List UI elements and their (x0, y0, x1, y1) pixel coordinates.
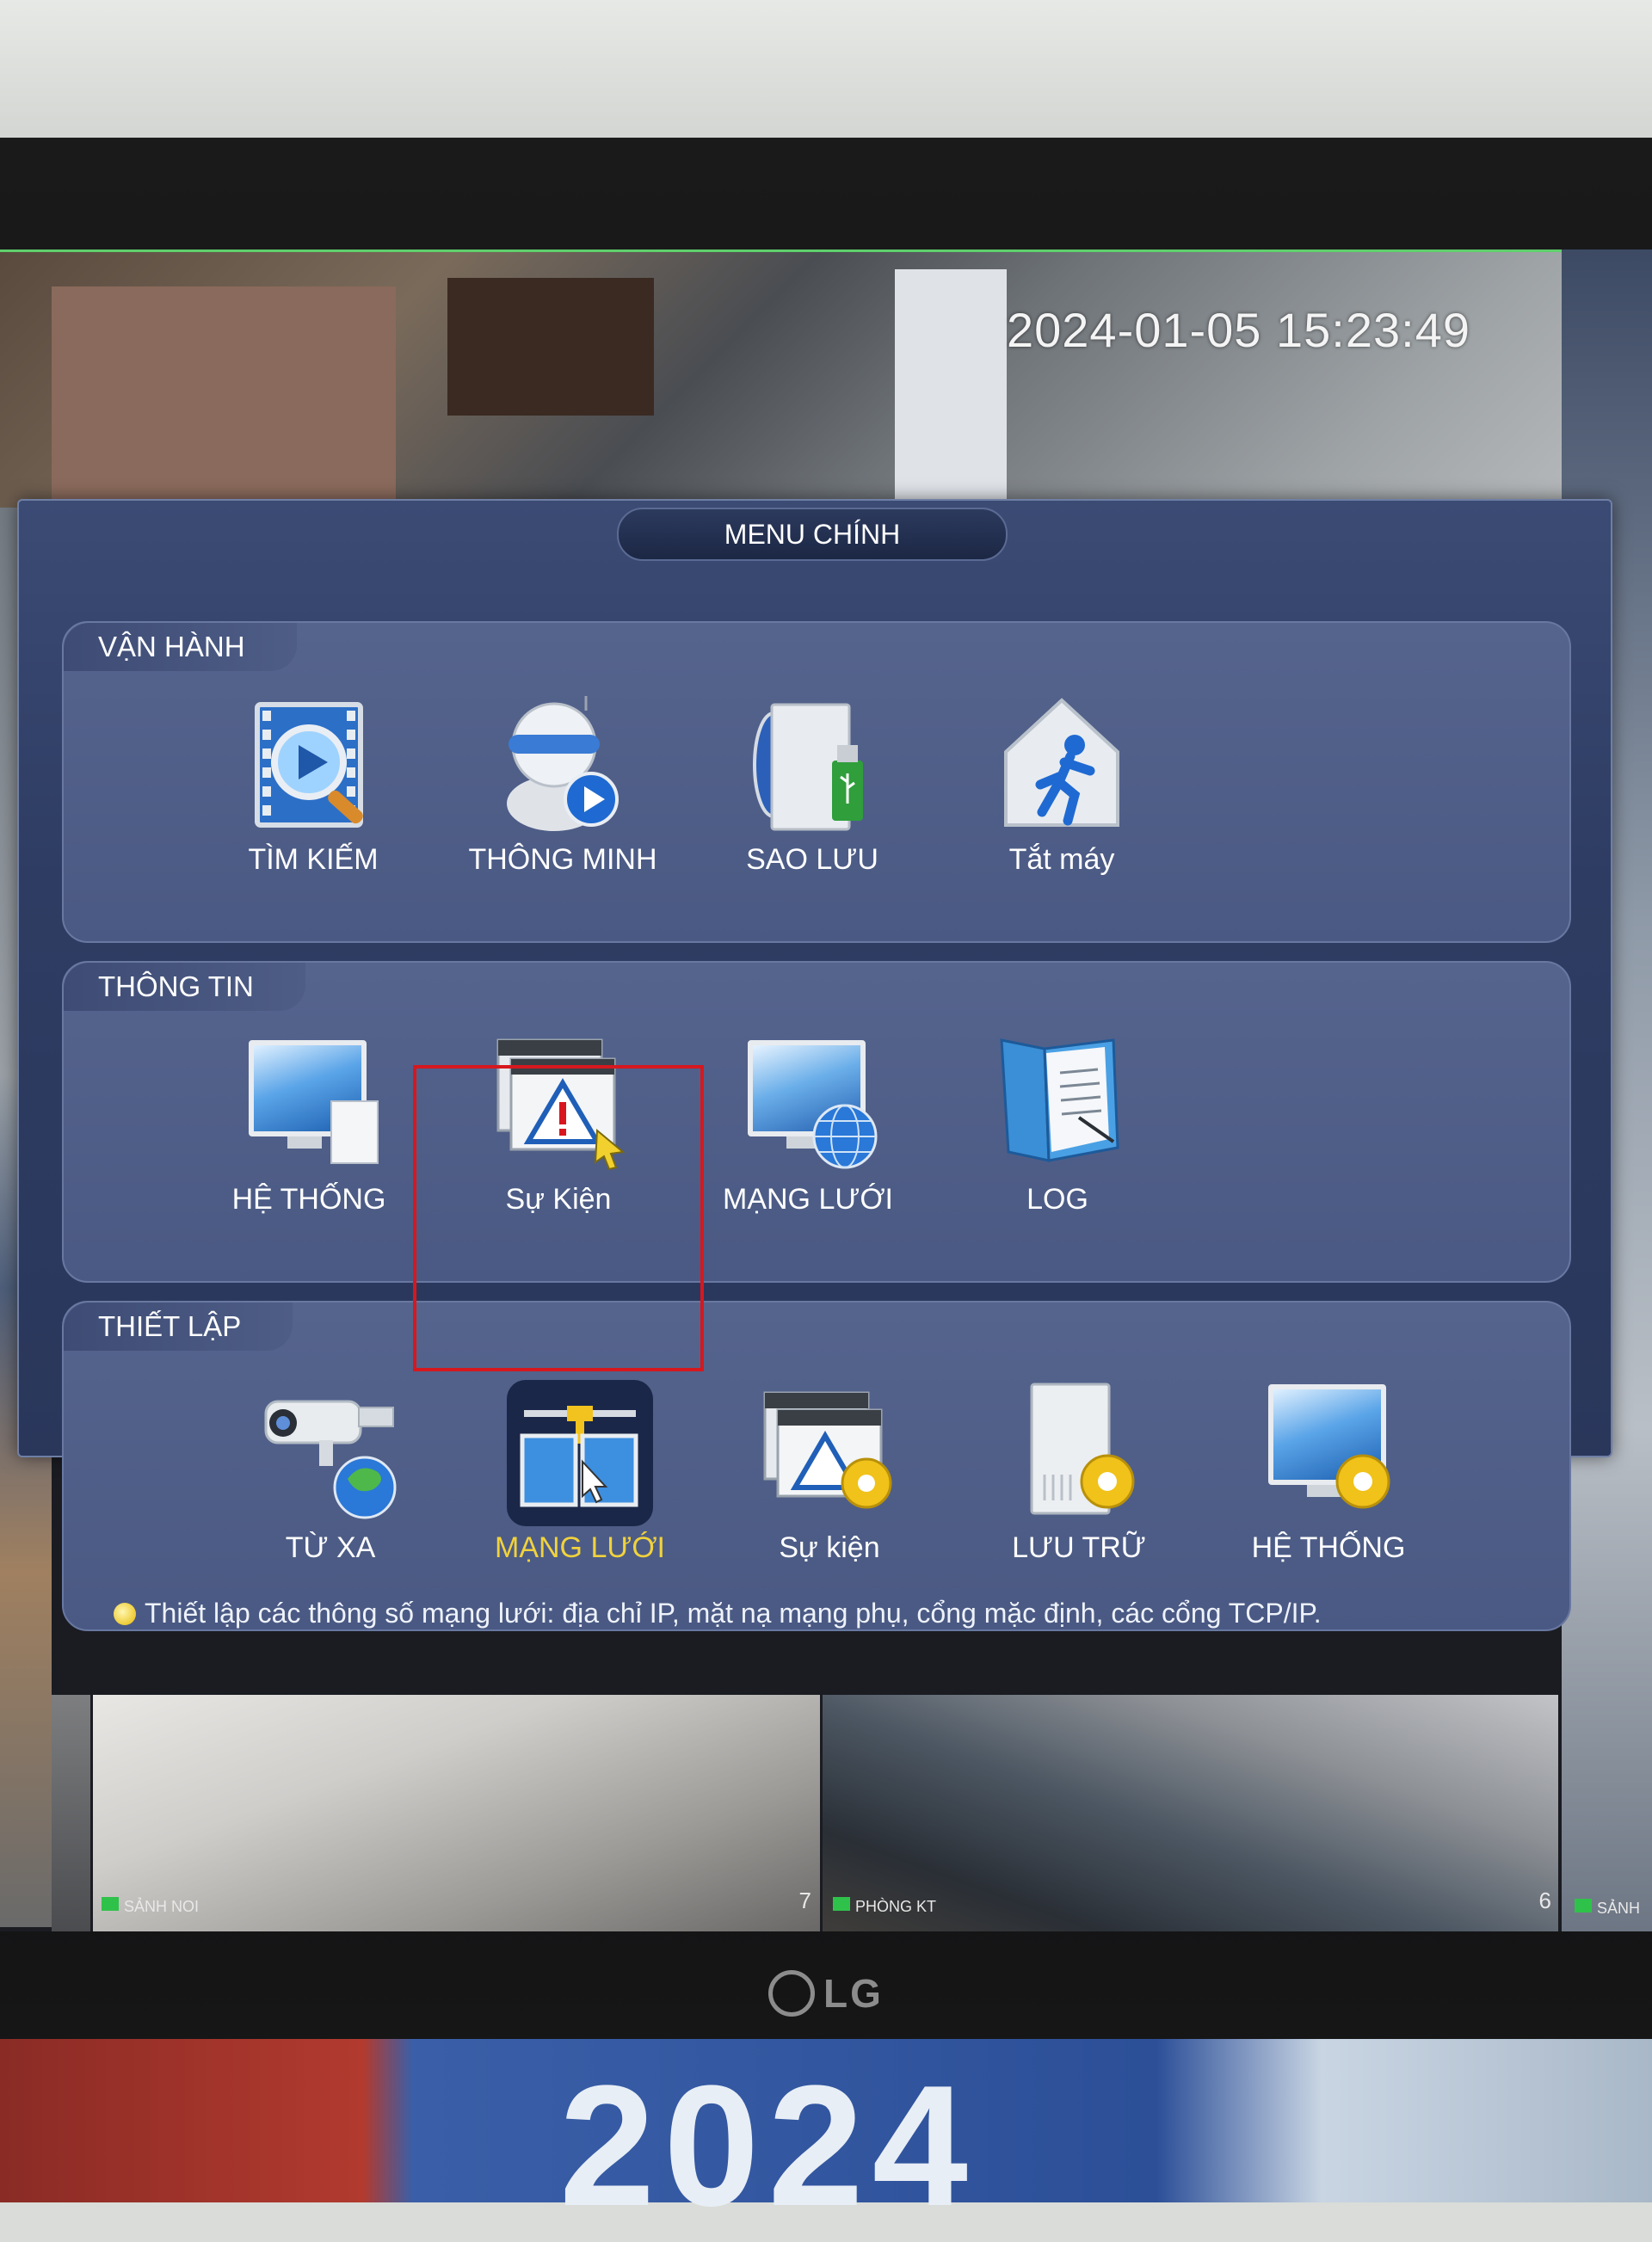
menu-item-label: Tắt máy (1008, 843, 1115, 876)
menu-item-label: HỆ THỐNG (231, 1183, 386, 1216)
record-indicator-icon (1575, 1899, 1592, 1912)
section-setup: THIẾT LẬP TỪ XA MẠNG LƯỚI Sự kiện LƯU TR… (62, 1301, 1571, 1631)
monitor-logo: LG (0, 1969, 1652, 2020)
section-info: THÔNG TIN HỆ THỐNG Sự Kiện MẠNG LƯỚI LOG (62, 961, 1571, 1283)
menu-item-smart[interactable]: THÔNG MINH (459, 692, 666, 877)
setup-item-network[interactable]: MẠNG LƯỚI (477, 1380, 683, 1565)
remote-camera-icon (257, 1380, 404, 1526)
hint-message: Thiết lập các thông số mạng lưới: địa ch… (145, 1598, 1322, 1629)
network-globe-icon (735, 1032, 881, 1178)
menu-item-label: LOG (1026, 1183, 1088, 1216)
camera-feed-top[interactable]: 2024-01-05 15:23:49 (0, 249, 1562, 510)
hint-text: Thiết lập các thông số mạng lưới: địa ch… (114, 1598, 1322, 1629)
search-video-icon (240, 692, 386, 838)
feed-label: PHÒNG KT (855, 1898, 937, 1915)
menu-item-shutdown[interactable]: Tắt máy (959, 692, 1165, 877)
section-operation: VẬN HÀNH TÌM KIẾM THÔNG MINH SAO LƯU Tắt… (62, 621, 1571, 943)
menu-item-label: SAO LƯU (746, 843, 878, 876)
poster-year: 2024 (559, 2050, 977, 2242)
section-label: THIẾT LẬP (64, 1303, 293, 1351)
dvr-screen: 2024-01-05 15:23:49 8 SẢNH NOI 7 PHÒNG K… (0, 249, 1652, 1931)
menu-item-label: TÌM KIẾM (248, 843, 379, 876)
info-item-system[interactable]: HỆ THỐNG (206, 1032, 412, 1216)
setup-item-system[interactable]: HỆ THỐNG (1225, 1380, 1432, 1565)
menu-item-label: THÔNG MINH (468, 843, 657, 876)
setup-item-event[interactable]: Sự kiện (726, 1380, 933, 1565)
menu-item-label: HỆ THỐNG (1251, 1531, 1406, 1564)
section-label: THÔNG TIN (64, 963, 305, 1011)
menu-item-backup[interactable]: SAO LƯU (709, 692, 915, 877)
backup-usb-icon (739, 692, 885, 838)
menu-item-label: TỪ XA (285, 1531, 376, 1564)
monitor-brand: LG (823, 1971, 884, 2016)
shutdown-exit-icon (989, 692, 1135, 838)
menu-item-label: MẠNG LƯỚI (723, 1183, 893, 1216)
section-label: VẬN HÀNH (64, 623, 297, 671)
main-menu-dialog: MENU CHÍNH VẬN HÀNH TÌM KIẾM THÔNG MINH … (17, 499, 1612, 1631)
gate (447, 278, 654, 416)
event-settings-icon (756, 1380, 903, 1526)
camera-feed-bottom-2[interactable]: 8 SẢNH NOI 7 (93, 1695, 820, 1931)
menu-item-label: Sự kiện (779, 1531, 880, 1564)
signboard (895, 269, 1007, 510)
feed-label: SẢNH NOI (124, 1898, 200, 1915)
system-info-icon (236, 1032, 382, 1178)
info-item-network[interactable]: MẠNG LƯỚI (705, 1032, 911, 1216)
feed-number: 7 (798, 1888, 811, 1913)
menu-item-label: LƯU TRỮ (1012, 1531, 1146, 1564)
smart-robot-icon (490, 692, 636, 838)
camera-feed-bottom-1[interactable] (52, 1695, 90, 1931)
log-book-icon (984, 1032, 1131, 1178)
storage-settings-icon (1006, 1380, 1152, 1526)
menu-item-label: MẠNG LƯỚI (495, 1531, 665, 1564)
feed-label: SẢNH (1597, 1900, 1641, 1917)
selection-highlight-box (413, 1065, 704, 1371)
feed-number: 6 (1538, 1888, 1551, 1913)
timestamp: 2024-01-05 15:23:49 (1007, 303, 1470, 357)
info-item-log[interactable]: LOG (954, 1032, 1161, 1216)
record-indicator-icon (102, 1897, 119, 1911)
menu-item-search[interactable]: TÌM KIẾM (210, 692, 416, 877)
camera-feed-bottom-3[interactable]: PHÒNG KT 6 (823, 1695, 1558, 1931)
setup-item-remote[interactable]: TỪ XA (227, 1380, 434, 1565)
brick-wall (52, 286, 396, 510)
lg-logo-icon (768, 1969, 816, 2017)
record-indicator-icon (833, 1897, 850, 1911)
network-setup-icon (507, 1380, 653, 1526)
system-settings-icon (1255, 1380, 1402, 1526)
menu-title: MENU CHÍNH (617, 508, 1008, 561)
setup-item-storage[interactable]: LƯU TRỮ (976, 1380, 1182, 1565)
lightbulb-icon (114, 1603, 136, 1625)
